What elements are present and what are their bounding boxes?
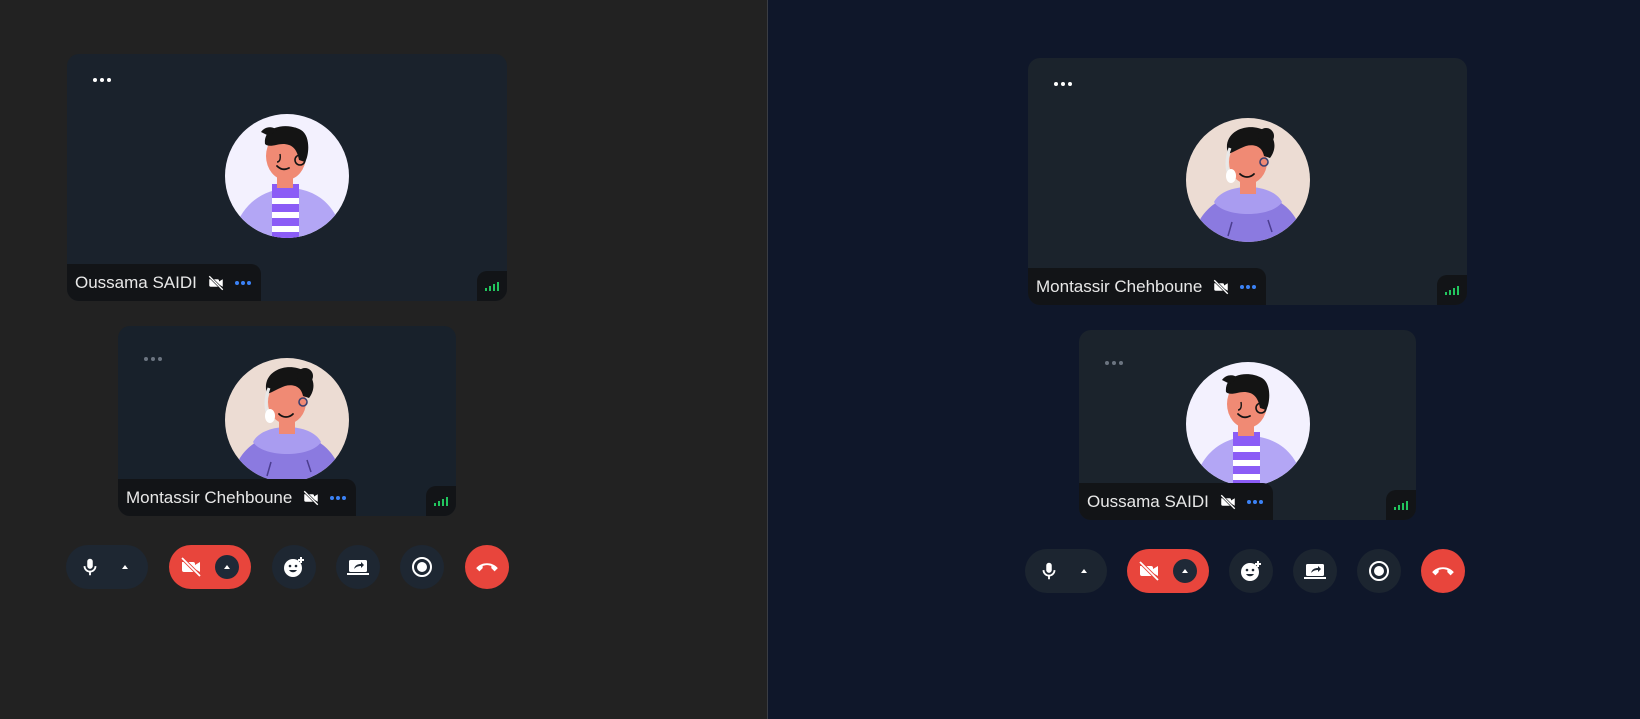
more-horizontal-icon[interactable]: [1054, 82, 1072, 86]
camera-off-icon: [207, 274, 225, 292]
avatar: [225, 114, 349, 238]
participant-tile-self: Oussama SAIDI: [1079, 330, 1416, 520]
camera-off-icon: [1219, 493, 1237, 511]
participant-name-bar: Oussama SAIDI: [1079, 483, 1273, 520]
record-icon: [410, 555, 434, 579]
participant-tile-self: Montassir Chehboune: [118, 326, 456, 516]
more-horizontal-icon[interactable]: [93, 78, 111, 82]
microphone-button[interactable]: [1025, 549, 1107, 593]
audio-options-button[interactable]: [113, 555, 137, 579]
avatar: [1186, 362, 1310, 486]
microphone-icon: [1038, 560, 1060, 582]
screen-share-button[interactable]: [1293, 549, 1337, 593]
video-options-button[interactable]: [1173, 559, 1197, 583]
more-horizontal-icon[interactable]: [144, 357, 162, 361]
avatar: [1186, 118, 1310, 242]
participant-name: Oussama SAIDI: [75, 272, 197, 292]
participant-options-button[interactable]: [1246, 499, 1263, 504]
participant-name: Oussama SAIDI: [1087, 491, 1209, 511]
audio-options-button[interactable]: [1072, 559, 1096, 583]
signal-strength-icon: [1437, 275, 1467, 305]
participant-options-button[interactable]: [330, 495, 347, 500]
camera-off-icon: [1212, 278, 1230, 296]
caret-up-icon: [1078, 565, 1090, 577]
participant-name-bar: Montassir Chehboune: [118, 479, 357, 516]
caret-up-icon: [119, 561, 131, 573]
camera-off-icon: [302, 489, 320, 507]
video-toggle-button[interactable]: [169, 545, 251, 589]
video-options-button[interactable]: [215, 555, 239, 579]
signal-strength-icon: [426, 486, 456, 516]
screen-share-icon: [346, 555, 370, 579]
participant-name-bar: Oussama SAIDI: [67, 264, 261, 301]
participant-name-bar: Montassir Chehboune: [1028, 268, 1267, 305]
call-controls: [66, 545, 509, 589]
more-horizontal-icon[interactable]: [1105, 361, 1123, 365]
video-off-icon: [1137, 559, 1161, 583]
record-button[interactable]: [400, 545, 444, 589]
microphone-button[interactable]: [66, 545, 148, 589]
end-call-button[interactable]: [1421, 549, 1465, 593]
video-toggle-button[interactable]: [1127, 549, 1209, 593]
signal-strength-icon: [477, 271, 507, 301]
participant-name: Montassir Chehboune: [1036, 276, 1203, 296]
end-call-icon: [474, 554, 500, 580]
record-button[interactable]: [1357, 549, 1401, 593]
screen-share-icon: [1303, 559, 1327, 583]
reaction-icon: [282, 555, 306, 579]
caret-up-icon: [221, 561, 233, 573]
participant-tile-main: Oussama SAIDI: [67, 54, 507, 301]
reaction-button[interactable]: [272, 545, 316, 589]
end-call-icon: [1430, 558, 1456, 584]
participant-options-button[interactable]: [234, 280, 251, 285]
video-off-icon: [179, 555, 203, 579]
call-controls: [1025, 549, 1465, 593]
screen-share-button[interactable]: [336, 545, 380, 589]
caret-up-icon: [1179, 565, 1191, 577]
avatar: [225, 358, 349, 482]
signal-strength-icon: [1386, 490, 1416, 520]
microphone-icon: [79, 556, 101, 578]
reaction-icon: [1239, 559, 1263, 583]
record-icon: [1367, 559, 1391, 583]
participant-tile-main: Montassir Chehboune: [1028, 58, 1467, 305]
right-view: Montassir Chehboune Oussama SAIDI: [768, 0, 1640, 719]
end-call-button[interactable]: [465, 545, 509, 589]
participant-options-button[interactable]: [1240, 284, 1257, 289]
reaction-button[interactable]: [1229, 549, 1273, 593]
participant-name: Montassir Chehboune: [126, 487, 293, 507]
left-view: Oussama SAIDI Montassir Chehboune: [0, 0, 768, 719]
